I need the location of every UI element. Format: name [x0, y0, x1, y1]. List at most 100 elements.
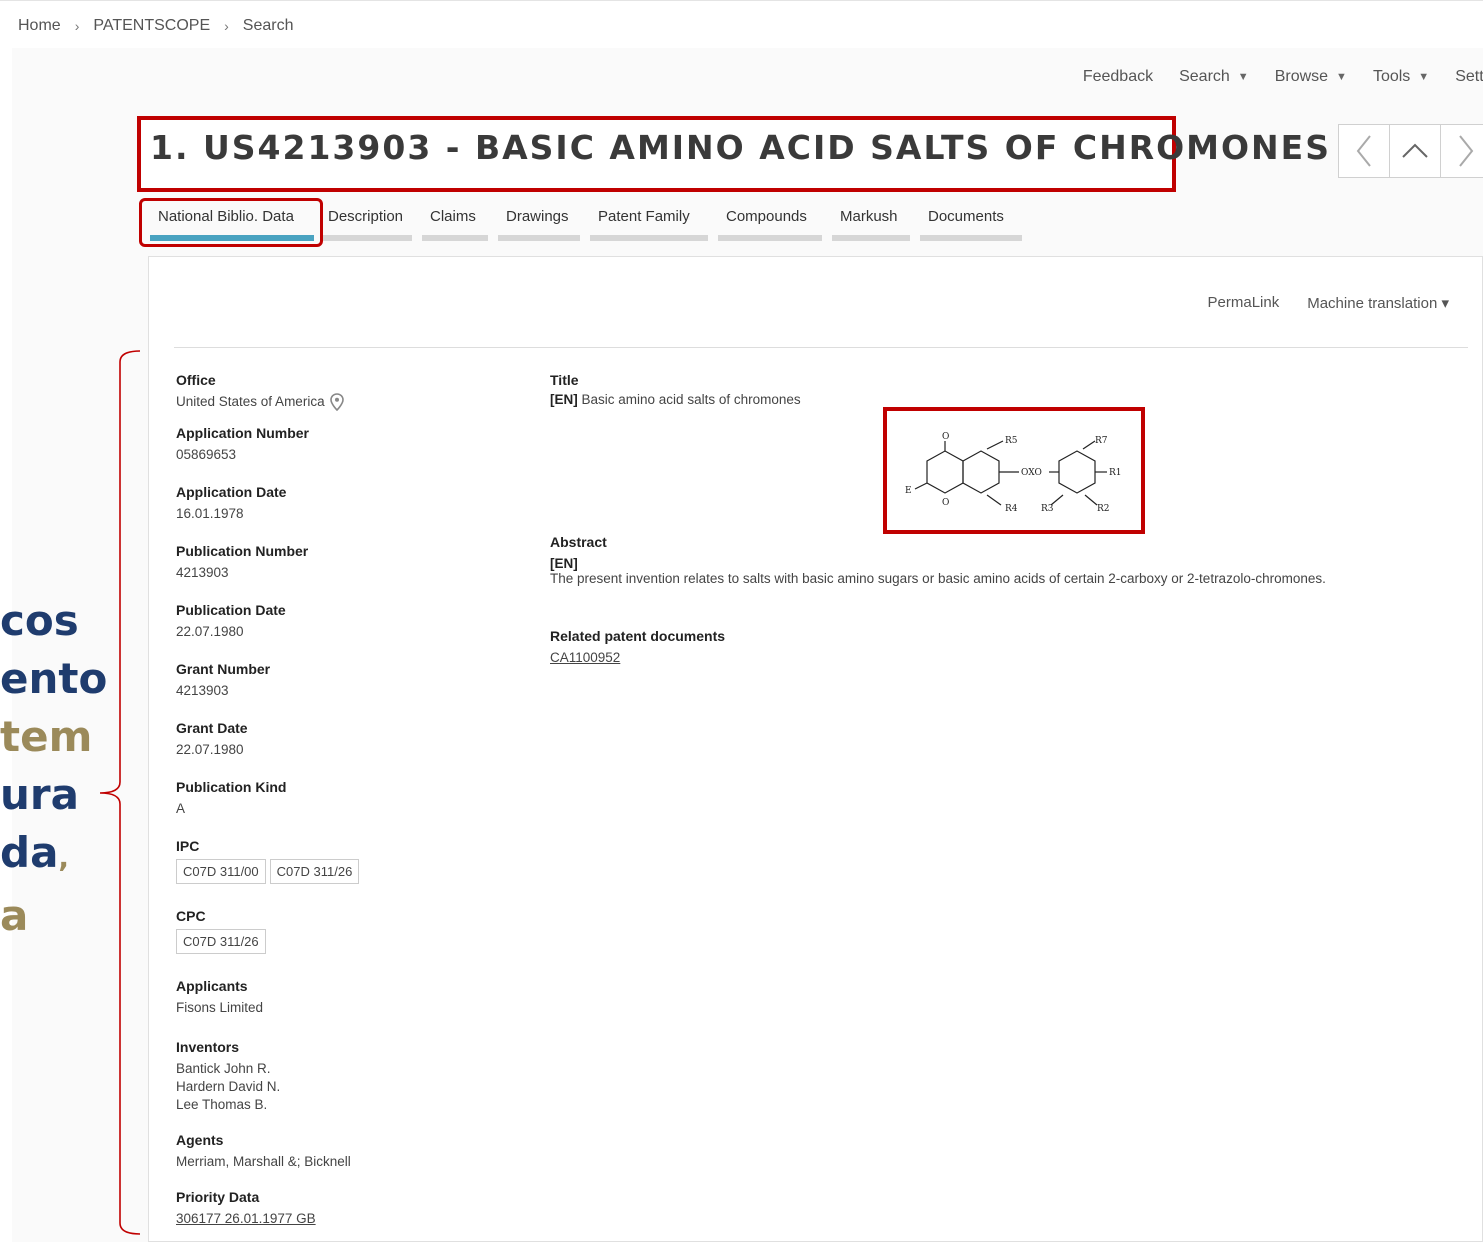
tab-claims[interactable]: Claims — [422, 205, 488, 241]
nav-feedback[interactable]: Feedback — [1083, 68, 1153, 86]
field-application-number: Application Number 05869653 — [176, 425, 506, 464]
side-text-line: a — [0, 891, 29, 940]
top-navigation: Feedback Search ▼ Browse ▼ Tools ▼ Settings — [1057, 68, 1483, 86]
field-value: A — [176, 801, 186, 817]
nav-settings[interactable]: Settings — [1455, 68, 1483, 86]
tab-drawings[interactable]: Drawings — [498, 205, 580, 241]
bibliographic-data: Office United States of America Applicat… — [176, 372, 506, 1242]
field-label: IPC — [176, 838, 200, 855]
field-label: Publication Number — [176, 543, 309, 560]
chem-label: R5 — [1005, 436, 1018, 446]
previous-result-button[interactable] — [1338, 124, 1390, 178]
result-pager — [1338, 124, 1483, 178]
field-label: CPC — [176, 908, 206, 925]
nav-browse-label: Browse — [1274, 68, 1329, 85]
field-label: Inventors — [176, 1039, 240, 1056]
breadcrumb-search[interactable]: Search — [243, 17, 294, 35]
breadcrumb-patentscope[interactable]: PATENTSCOPE — [93, 17, 210, 35]
tab-markush[interactable]: Markush — [832, 205, 910, 241]
ipc-chip[interactable]: C07D 311/00 — [176, 859, 266, 885]
nav-browse[interactable]: Browse ▼ — [1275, 68, 1347, 86]
tab-patent-family[interactable]: Patent Family — [590, 205, 708, 241]
tab-compounds[interactable]: Compounds — [718, 205, 822, 241]
side-text-line: ura — [0, 770, 79, 819]
related-document-link[interactable]: CA1100952 — [550, 650, 725, 665]
field-value: 4213903 — [176, 565, 229, 581]
cpc-chip[interactable]: C07D 311/26 — [176, 929, 266, 955]
ipc-chip[interactable]: C07D 311/26 — [269, 859, 360, 885]
field-priority-data: Priority Data 306177 26.01.1977 GB — [176, 1189, 506, 1228]
tab-highlight-box — [139, 198, 323, 247]
tab-underline — [590, 235, 708, 241]
field-application-date: Application Date 16.01.1978 — [176, 484, 506, 523]
field-value: 16.01.1978 — [176, 506, 244, 522]
abstract-section: Abstract [EN] The present invention rela… — [550, 534, 1326, 586]
inventor-name: Hardern David N. — [176, 1079, 281, 1095]
nav-settings-label: Settings — [1455, 68, 1483, 85]
field-label: Publication Kind — [176, 779, 287, 796]
field-applicants: Applicants Fisons Limited — [176, 978, 506, 1017]
tab-label: Compounds — [726, 208, 807, 225]
side-text-line: ento — [0, 654, 108, 703]
chemical-structure-highlight: O E O R5 R4 OXO R3 R7 R1 R2 — [883, 407, 1145, 534]
back-to-list-button[interactable] — [1389, 124, 1441, 178]
side-annotation-text: cos ento tem ura da, a — [0, 592, 107, 945]
permalink-link[interactable]: PermaLink — [1208, 294, 1280, 312]
field-value: 05869653 — [176, 447, 237, 463]
field-label: Publication Date — [176, 602, 286, 619]
tab-label: Documents — [928, 208, 1004, 225]
chem-label: O — [942, 498, 949, 508]
field-value: Merriam, Marshall &; Bicknell — [176, 1154, 351, 1170]
chem-label: O — [942, 432, 949, 442]
chem-label: OXO — [1021, 468, 1042, 478]
tab-label: Description — [328, 208, 404, 225]
caret-down-icon: ▼ — [1237, 71, 1249, 83]
chem-label: E — [905, 486, 912, 496]
title-label: Title — [550, 372, 579, 388]
chevron-left-icon — [1356, 135, 1371, 167]
field-label: Office — [176, 372, 216, 388]
field-value: 22.07.1980 — [176, 624, 244, 640]
nav-tools-label: Tools — [1372, 68, 1411, 85]
nav-search[interactable]: Search ▼ — [1179, 68, 1249, 86]
side-text-line: tem — [0, 712, 93, 761]
field-label: Application Number — [176, 425, 310, 442]
breadcrumb-home[interactable]: Home — [18, 17, 61, 35]
chemical-structure-image: O E O R5 R4 OXO R3 R7 R1 R2 — [905, 432, 1122, 514]
next-result-button[interactable] — [1440, 124, 1483, 178]
side-text-line: cos — [0, 596, 79, 645]
side-text-line-with-comma: da, — [0, 824, 107, 887]
map-pin-icon[interactable] — [330, 393, 345, 412]
chevron-up-icon — [1402, 143, 1428, 158]
priority-data-link[interactable]: 306177 26.01.1977 GB — [176, 1210, 506, 1228]
panel-divider — [174, 347, 1468, 348]
field-label: Priority Data — [176, 1189, 260, 1206]
tab-underline — [320, 235, 412, 241]
tab-label: Claims — [430, 208, 476, 225]
abstract-text: The present invention relates to salts w… — [550, 571, 1326, 586]
field-label: Grant Number — [176, 661, 271, 678]
tab-label: Markush — [840, 208, 898, 225]
tab-underline — [422, 235, 488, 241]
nav-search-label: Search — [1179, 68, 1230, 85]
tab-label: Patent Family — [598, 208, 690, 225]
chem-label: R2 — [1097, 504, 1110, 514]
field-cpc: CPC C07D 311/26 — [176, 908, 506, 955]
field-value: United States of America — [176, 393, 506, 412]
field-grant-number: Grant Number 4213903 — [176, 661, 506, 700]
machine-translation-dropdown[interactable]: Machine translation ▾ — [1307, 294, 1449, 312]
chem-label: R7 — [1095, 436, 1108, 446]
nav-tools[interactable]: Tools ▼ — [1373, 68, 1429, 86]
cpc-chips: C07D 311/26 — [176, 929, 506, 955]
title-section: Title [EN] Basic amino acid salts of chr… — [550, 372, 1450, 407]
office-value: United States of America — [176, 394, 325, 409]
caret-down-icon: ▼ — [1418, 71, 1430, 83]
tab-documents[interactable]: Documents — [920, 205, 1022, 241]
tab-underline — [718, 235, 822, 241]
tab-underline — [832, 235, 910, 241]
tab-underline — [920, 235, 1022, 241]
tab-description[interactable]: Description — [320, 205, 412, 241]
field-value: 22.07.1980 — [176, 742, 244, 758]
chevron-right-icon — [1459, 135, 1474, 167]
field-agents: Agents Merriam, Marshall &; Bicknell — [176, 1132, 506, 1171]
